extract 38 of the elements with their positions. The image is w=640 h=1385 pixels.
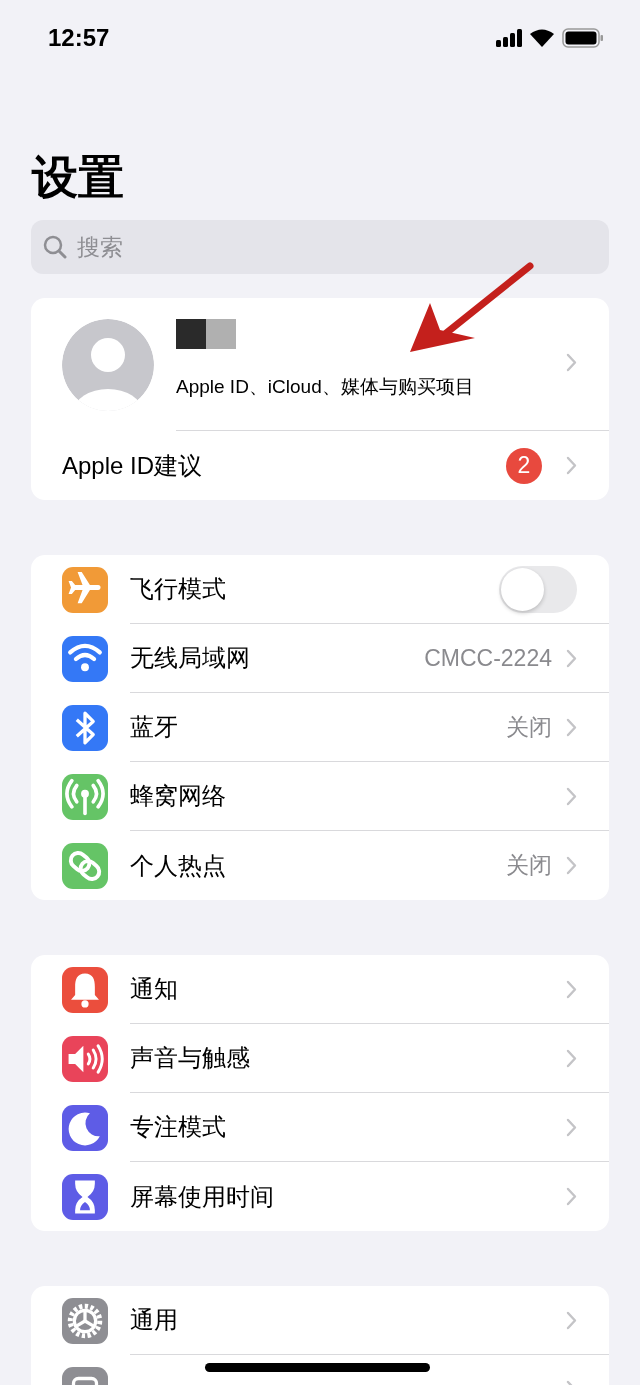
chevron-icon: [566, 1310, 577, 1330]
setting-value: 关闭: [506, 712, 552, 742]
setting-label[interactable]: 通知: [130, 973, 552, 1005]
setting-label[interactable]: 声音与触感: [130, 1042, 552, 1074]
setting-value: 关闭: [506, 851, 552, 880]
chevron-icon: [566, 1187, 577, 1206]
setting-label[interactable]: 专注模式: [130, 1111, 552, 1143]
chevron-icon: [566, 717, 577, 737]
setting-label[interactable]: 通用: [130, 1304, 552, 1336]
signal-icon: [496, 29, 522, 47]
search-field[interactable]: 搜索: [31, 220, 609, 274]
count-badge: 2: [506, 447, 542, 484]
setting-label[interactable]: 蓝牙: [130, 711, 492, 743]
setting-label[interactable]: 蜂窝网络: [130, 780, 552, 812]
toggle-switch[interactable]: [499, 565, 577, 613]
chevron-icon: [566, 979, 577, 999]
page-title: 设置: [32, 150, 125, 205]
redacted-name-drawing: [176, 318, 236, 349]
setting-label[interactable]: 个人热点: [130, 849, 492, 882]
chevron-icon: [566, 456, 577, 475]
setting-label[interactable]: 飞行模式: [130, 573, 485, 605]
setting-label[interactable]: Apple ID建议: [62, 449, 492, 482]
chevron-icon: [566, 856, 577, 875]
chevron-icon: [566, 786, 577, 806]
chevron-icon: [566, 1117, 577, 1137]
chevron-icon: [566, 648, 577, 668]
chevron-icon: [566, 352, 577, 372]
avatar-icon: [62, 319, 154, 411]
battery-icon: [562, 28, 604, 48]
setting-value: CMCC-2224: [424, 644, 552, 672]
chevron-icon: [566, 1048, 577, 1068]
status-time: 12:57: [48, 24, 110, 52]
setting-label[interactable]: 无线局域网: [130, 642, 411, 674]
wifi-icon: [530, 29, 554, 47]
setting-label[interactable]: 屏幕使用时间: [130, 1180, 552, 1213]
search-icon: [42, 234, 68, 260]
profile-subtitle: Apple ID、iCloud、媒体与购买项目: [176, 375, 474, 397]
profile-card[interactable]: Apple ID、iCloud、媒体与购买项目 Apple ID建议 2: [31, 298, 609, 500]
